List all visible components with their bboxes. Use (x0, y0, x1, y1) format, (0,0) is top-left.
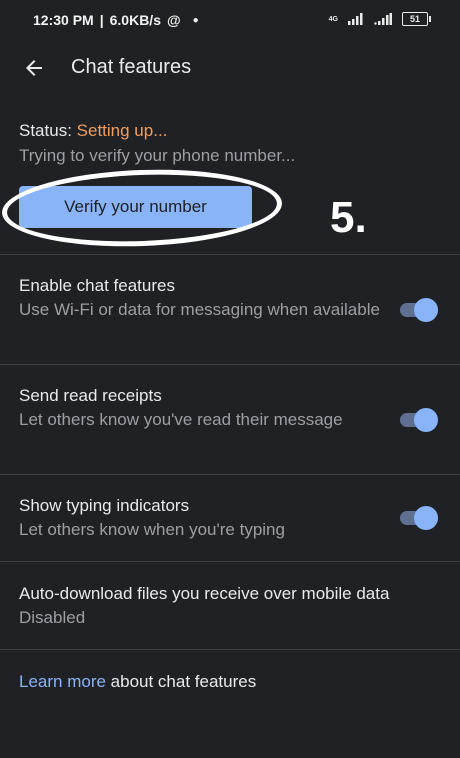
battery-icon: 51 (402, 12, 431, 26)
status-bar-left: 12:30 PM | 6.0KB/s @ ● (33, 12, 199, 28)
divider (0, 649, 460, 650)
divider (0, 254, 460, 255)
enable-chat-features-toggle[interactable] (400, 298, 438, 322)
setting-subtitle: Let others know when you're typing (19, 520, 285, 539)
setting-value: Disabled (19, 608, 86, 627)
setting-title: Show typing indicators (19, 496, 190, 515)
network-type: 4G (328, 15, 338, 23)
signal-icon-1 (348, 13, 363, 25)
divider (0, 364, 460, 365)
setting-send-read-receipts[interactable]: Send read receipts Let others know you'v… (19, 386, 389, 431)
divider (0, 474, 460, 475)
status-bar: 12:30 PM | 6.0KB/s @ ● 4G 51 (0, 0, 460, 42)
setting-title: Enable chat features (19, 276, 175, 295)
status-time: 12:30 PM (33, 12, 94, 28)
setting-auto-download[interactable]: Auto-download files you receive over mob… (19, 584, 439, 629)
status-label: Status: (19, 121, 72, 140)
status-bar-right: 4G 51 (328, 12, 431, 26)
status-section: Status: Setting up... Trying to verify y… (19, 121, 439, 167)
setting-title: Send read receipts (19, 386, 162, 405)
status-value: Setting up... (76, 121, 168, 140)
signal-icon-2 (374, 13, 392, 25)
annotation-step-number: 5. (330, 193, 367, 242)
status-line: Status: Setting up... (19, 121, 439, 141)
divider (0, 561, 460, 562)
learn-more-line: Learn more about chat features (19, 672, 256, 692)
setting-title: Auto-download files you receive over mob… (19, 584, 390, 603)
show-typing-indicators-toggle[interactable] (400, 506, 438, 530)
at-sign-icon: @ (166, 12, 181, 28)
send-read-receipts-toggle[interactable] (400, 408, 438, 432)
setting-enable-chat-features[interactable]: Enable chat features Use Wi-Fi or data f… (19, 276, 389, 321)
learn-more-text: about chat features (105, 672, 257, 691)
learn-more-link[interactable]: Learn more (19, 672, 106, 691)
setting-subtitle: Let others know you've read their messag… (19, 410, 343, 429)
setting-show-typing-indicators[interactable]: Show typing indicators Let others know w… (19, 496, 389, 541)
status-speed: 6.0KB/s (109, 12, 161, 28)
page-title: Chat features (71, 56, 192, 78)
annotation-circle (0, 165, 284, 251)
setting-subtitle: Use Wi-Fi or data for messaging when ava… (19, 300, 380, 319)
status-message: Trying to verify your phone number... (19, 146, 296, 165)
notification-dot-icon: ● (192, 14, 199, 26)
app-bar: Chat features (0, 42, 460, 94)
back-arrow-icon[interactable] (22, 56, 46, 80)
